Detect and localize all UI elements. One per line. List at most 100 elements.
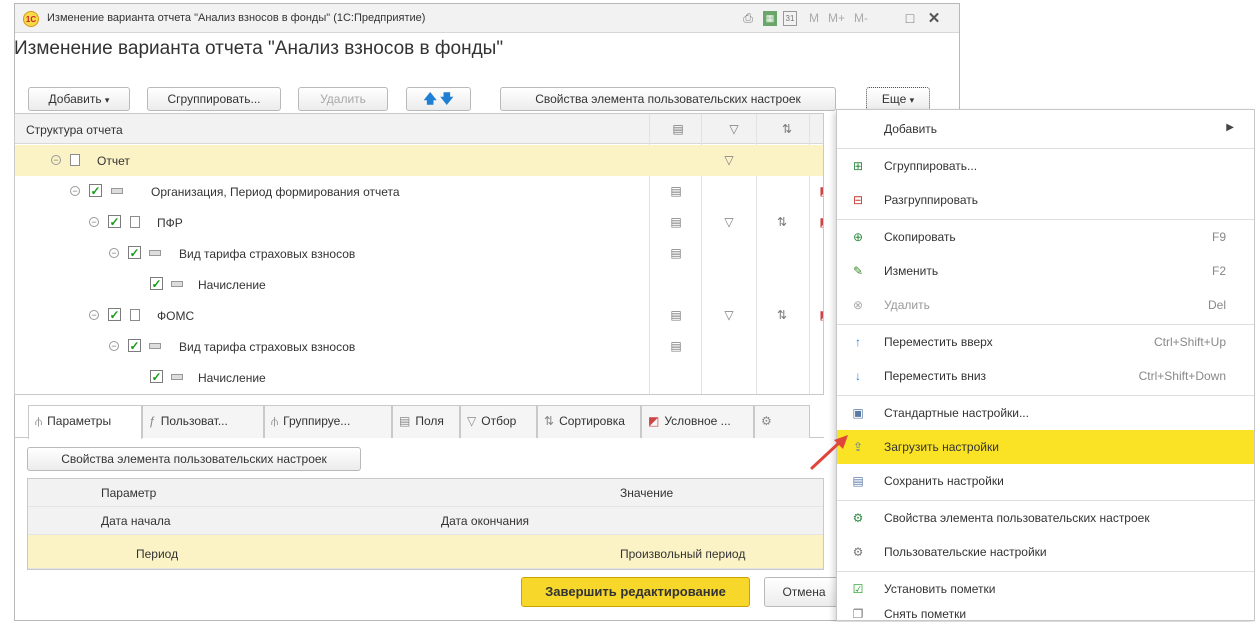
menu-item-label: Изменить bbox=[884, 264, 939, 278]
close-icon[interactable]: ✕ bbox=[927, 11, 941, 26]
checkbox-checked-icon[interactable]: ✓ bbox=[150, 277, 163, 290]
title-bar: 1С Изменение варианта отчета "Анализ взн… bbox=[15, 4, 959, 33]
printer-icon[interactable]: ⎙ bbox=[740, 11, 756, 26]
arrow-down-icon: ↓ bbox=[855, 369, 861, 383]
sort-icon: ⇅ bbox=[776, 308, 788, 322]
collapse-icon[interactable]: − bbox=[51, 155, 61, 165]
grouping-icon bbox=[149, 343, 161, 349]
tree-row-label: Организация, Период формирования отчета bbox=[151, 185, 400, 199]
tree-row-accrual-foms[interactable]: ✓ Начисление bbox=[15, 362, 823, 393]
delete-icon: ⊗ bbox=[852, 298, 864, 312]
checkbox-checked-icon[interactable]: ✓ bbox=[150, 370, 163, 383]
tab-conditional-format[interactable]: ◩ Условное ... bbox=[641, 405, 754, 438]
menu-item-copy[interactable]: ⊕ Скопировать F9 bbox=[837, 220, 1254, 254]
column-header-parameter: Параметр bbox=[101, 486, 157, 500]
menu-item-move-up[interactable]: ↑ Переместить вверх Ctrl+Shift+Up bbox=[837, 325, 1254, 359]
menu-item-uncheck-all[interactable]: ❐ Снять пометки bbox=[837, 602, 1254, 622]
calendar-icon[interactable]: 31 bbox=[783, 11, 797, 26]
menu-item-check-all[interactable]: ☑ Установить пометки bbox=[837, 572, 1254, 606]
parameters-table[interactable]: Параметр Значение Дата начала Дата оконч… bbox=[27, 478, 824, 570]
menu-item-move-down[interactable]: ↓ Переместить вниз Ctrl+Shift+Down bbox=[837, 359, 1254, 393]
menu-item-add[interactable]: Добавить ▶ bbox=[837, 112, 1254, 146]
menu-item-shortcut: Del bbox=[1207, 298, 1226, 312]
tree-row-label: ФОМС bbox=[157, 309, 195, 323]
menu-item-group[interactable]: ⊞ Сгруппировать... bbox=[837, 149, 1254, 183]
settings-tabs: ⫛ Параметры ƒ Пользоват... ⫛ Группируе... ▤… bbox=[14, 405, 824, 439]
param-value[interactable]: Произвольный период bbox=[620, 547, 745, 561]
checkbox-checked-icon[interactable]: ✓ bbox=[89, 184, 102, 197]
menu-item-standard-settings[interactable]: ▣ Стандартные настройки... bbox=[837, 396, 1254, 430]
collapse-icon[interactable]: − bbox=[109, 248, 119, 258]
menu-item-label: Загрузить настройки bbox=[884, 440, 999, 454]
app-logo-icon: 1С bbox=[23, 11, 39, 27]
filter-icon: ▽ bbox=[467, 414, 477, 428]
fields-icon: ▤ bbox=[670, 215, 682, 229]
item-properties-button[interactable]: Свойства элемента пользовательских настр… bbox=[500, 87, 836, 111]
tree-row-foms[interactable]: − ✓ ФОМС ▤ ▽ ⇅ ◩ bbox=[15, 300, 823, 331]
table-row[interactable]: Период Произвольный период bbox=[28, 535, 823, 569]
menu-item-user-settings-properties[interactable]: ⚙ Свойства элемента пользовательских нас… bbox=[837, 501, 1254, 535]
param-item-properties-button[interactable]: Свойства элемента пользовательских настр… bbox=[27, 447, 361, 471]
arrow-down-icon[interactable]: 🡇 bbox=[440, 91, 453, 106]
collapse-icon[interactable]: − bbox=[109, 341, 119, 351]
tree-row-label: Вид тарифа страховых взносов bbox=[179, 247, 356, 261]
menu-item-label: Снять пометки bbox=[884, 607, 967, 621]
copy-icon: ⊕ bbox=[852, 230, 864, 244]
tab-sorting[interactable]: ⇅ Сортировка bbox=[537, 405, 641, 438]
menu-item-edit[interactable]: ✎ Изменить F2 bbox=[837, 254, 1254, 288]
tab-parameters[interactable]: ⫛ Параметры bbox=[28, 405, 142, 439]
more-dropdown-button[interactable]: Еще ▾ bbox=[866, 87, 930, 111]
tab-fields[interactable]: ▤ Поля bbox=[392, 405, 460, 438]
memory-m-button[interactable]: M bbox=[809, 11, 819, 25]
parameters-icon: ⫛ bbox=[35, 414, 43, 428]
annotation-arrow-icon bbox=[810, 435, 848, 470]
conditional-format-icon: ◩ bbox=[648, 414, 660, 428]
menu-item-label: Переместить вниз bbox=[884, 369, 987, 383]
arrow-up-icon[interactable]: 🡅 bbox=[423, 91, 436, 106]
menu-item-shortcut: F2 bbox=[1211, 264, 1226, 278]
finish-editing-button[interactable]: Завершить редактирование bbox=[521, 577, 750, 607]
checkbox-checked-icon[interactable]: ✓ bbox=[108, 308, 121, 321]
cancel-button[interactable]: Отмена bbox=[764, 577, 844, 607]
report-structure-tree[interactable]: Структура отчета ▤ ▽ ⇅ ◩ − Отчет ▽ − ✓ О… bbox=[14, 113, 824, 395]
checkbox-checked-icon[interactable]: ✓ bbox=[108, 215, 121, 228]
tree-row-report[interactable]: − Отчет ▽ bbox=[15, 145, 823, 176]
maximize-icon[interactable]: □ bbox=[903, 11, 917, 26]
group-button[interactable]: Сгруппировать... bbox=[147, 87, 281, 111]
move-buttons: 🡅 🡇 bbox=[406, 87, 471, 111]
filter-column-icon: ▽ bbox=[729, 122, 739, 136]
save-settings-icon: ▤ bbox=[852, 474, 864, 488]
calculator-icon[interactable]: ▦ bbox=[763, 11, 777, 26]
tree-row-accrual-pfr[interactable]: ✓ Начисление bbox=[15, 269, 823, 300]
tree-row-organization[interactable]: − ✓ Организация, Период формирования отч… bbox=[15, 176, 823, 207]
menu-item-save-settings[interactable]: ▤ Сохранить настройки bbox=[837, 464, 1254, 498]
fields-icon: ▤ bbox=[670, 246, 682, 260]
menu-item-ungroup[interactable]: ⊟ Разгруппировать bbox=[837, 183, 1254, 217]
sort-icon: ⇅ bbox=[776, 215, 788, 229]
collapse-icon[interactable]: − bbox=[70, 186, 80, 196]
tab-more[interactable]: ⚙ bbox=[754, 405, 810, 438]
tree-row-tariff-pfr[interactable]: − ✓ Вид тарифа страховых взносов ▤ bbox=[15, 238, 823, 269]
conditional-format-column-icon: ◩ bbox=[821, 122, 823, 136]
delete-button[interactable]: Удалить bbox=[298, 87, 388, 111]
tab-user-fields[interactable]: ƒ Пользоват... bbox=[142, 405, 264, 438]
document-icon bbox=[130, 309, 140, 321]
checkbox-checked-icon[interactable]: ✓ bbox=[128, 339, 141, 352]
tree-row-label: Начисление bbox=[198, 278, 266, 292]
checkbox-checked-icon[interactable]: ✓ bbox=[128, 246, 141, 259]
collapse-icon[interactable]: − bbox=[89, 217, 99, 227]
memory-plus-button[interactable]: M+ bbox=[828, 11, 845, 25]
collapse-icon[interactable]: − bbox=[89, 310, 99, 320]
tree-row-pfr[interactable]: − ✓ ПФР ▤ ▽ ⇅ ◩ bbox=[15, 207, 823, 238]
add-dropdown-button[interactable]: Добавить ▾ bbox=[28, 87, 130, 111]
menu-item-user-settings[interactable]: ⚙ Пользовательские настройки bbox=[837, 535, 1254, 569]
tab-filter[interactable]: ▽ Отбор bbox=[460, 405, 537, 438]
tab-label: Пользоват... bbox=[160, 414, 228, 428]
menu-item-load-settings[interactable]: ⇪ Загрузить настройки bbox=[837, 430, 1254, 464]
menu-item-delete[interactable]: ⊗ Удалить Del bbox=[837, 288, 1254, 322]
memory-minus-button[interactable]: M- bbox=[854, 11, 868, 25]
sort-icon: ⇅ bbox=[544, 414, 555, 428]
tab-grouping[interactable]: ⫛ Группируе... bbox=[264, 405, 392, 438]
tree-row-tariff-foms[interactable]: − ✓ Вид тарифа страховых взносов ▤ bbox=[15, 331, 823, 362]
tab-label: Условное ... bbox=[664, 414, 731, 428]
